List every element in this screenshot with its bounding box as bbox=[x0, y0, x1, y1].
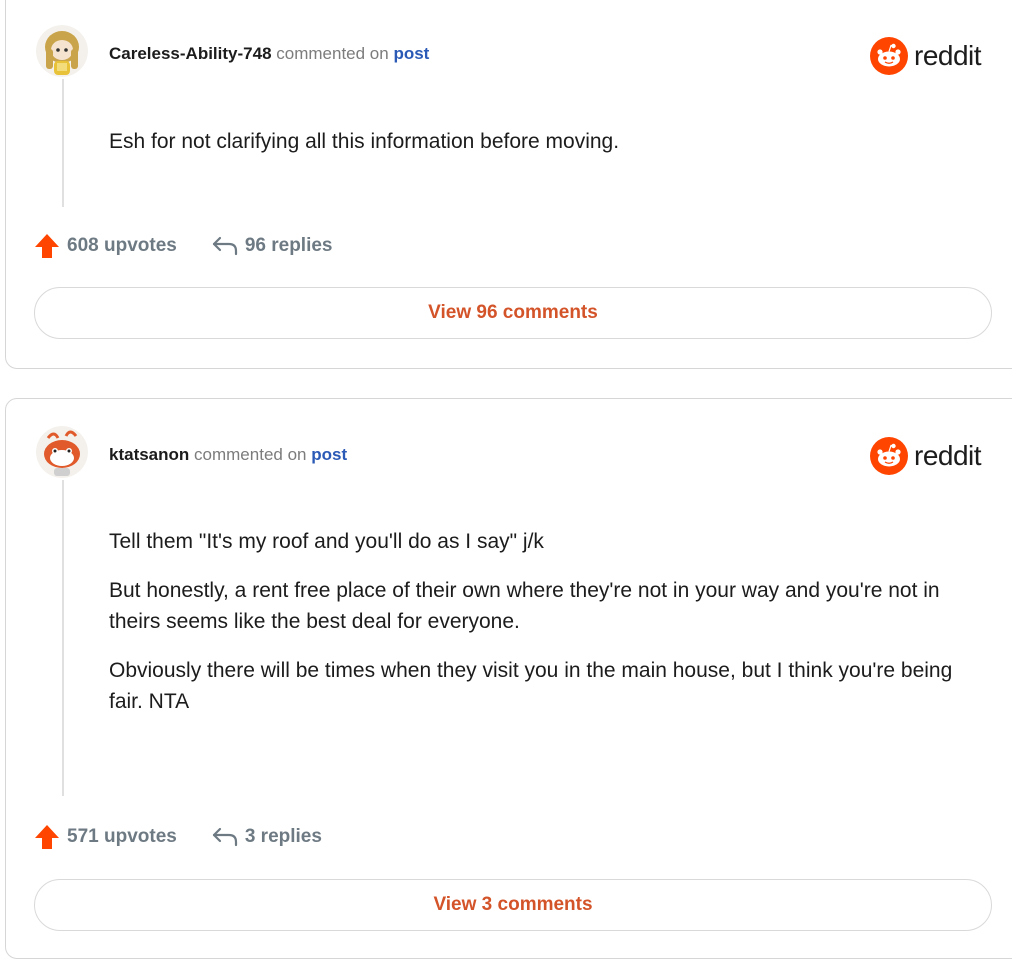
upvote-action[interactable]: 608 upvotes bbox=[33, 232, 177, 260]
commented-on-text: commented on bbox=[194, 445, 307, 464]
upvote-count: 608 upvotes bbox=[67, 235, 177, 256]
reddit-wordmark: reddit bbox=[914, 40, 982, 71]
comment-body: Tell them "It's my roof and you'll do as… bbox=[109, 526, 989, 735]
user-avatar[interactable] bbox=[36, 426, 88, 478]
reddit-wordmark: reddit bbox=[914, 440, 982, 471]
reddit-logo[interactable]: reddit bbox=[870, 37, 982, 75]
comment-card: ktatsanon commented on post reddit Tell … bbox=[5, 398, 1012, 959]
reply-arrow-icon bbox=[212, 827, 237, 847]
username[interactable]: ktatsanon bbox=[109, 445, 189, 464]
snoo-avatar-red-icon bbox=[36, 426, 88, 478]
thread-line bbox=[62, 480, 64, 796]
comment-paragraph: Obviously there will be times when they … bbox=[109, 659, 953, 713]
post-link[interactable]: post bbox=[393, 44, 429, 63]
thread-line bbox=[62, 79, 64, 207]
view-comments-button[interactable]: View 3 comments bbox=[34, 879, 992, 931]
comment-actions: 571 upvotes 3 replies bbox=[33, 823, 322, 851]
snoo-avatar-blonde-icon bbox=[36, 25, 88, 77]
replies-action[interactable]: 96 replies bbox=[211, 234, 333, 258]
reddit-snoo-icon bbox=[870, 37, 908, 75]
post-link[interactable]: post bbox=[311, 445, 347, 464]
upvote-arrow-icon bbox=[35, 825, 59, 849]
reddit-snoo-icon bbox=[870, 437, 908, 475]
replies-count: 96 replies bbox=[244, 235, 333, 256]
comment-paragraph: Tell them "It's my roof and you'll do as… bbox=[109, 530, 544, 553]
comment-paragraph: But honestly, a rent free place of their… bbox=[109, 579, 940, 633]
comment-actions: 608 upvotes 96 replies bbox=[33, 232, 333, 260]
commented-on-text: commented on bbox=[276, 44, 389, 63]
reddit-logo[interactable]: reddit bbox=[870, 437, 982, 475]
comment-header: ktatsanon commented on post bbox=[109, 444, 347, 466]
view-comments-button[interactable]: View 96 comments bbox=[34, 287, 992, 339]
replies-count: 3 replies bbox=[244, 826, 322, 847]
user-avatar[interactable] bbox=[36, 25, 88, 77]
comment-card: Careless-Ability-748 commented on post r… bbox=[5, 0, 1012, 369]
replies-action[interactable]: 3 replies bbox=[211, 825, 322, 849]
upvote-count: 571 upvotes bbox=[67, 826, 177, 847]
username[interactable]: Careless-Ability-748 bbox=[109, 44, 272, 63]
comment-header: Careless-Ability-748 commented on post bbox=[109, 43, 429, 65]
upvote-action[interactable]: 571 upvotes bbox=[33, 823, 177, 851]
comment-paragraph: Esh for not clarifying all this informat… bbox=[109, 130, 620, 153]
reply-arrow-icon bbox=[212, 236, 237, 256]
comment-body: Esh for not clarifying all this informat… bbox=[109, 126, 989, 175]
upvote-arrow-icon bbox=[35, 234, 59, 258]
